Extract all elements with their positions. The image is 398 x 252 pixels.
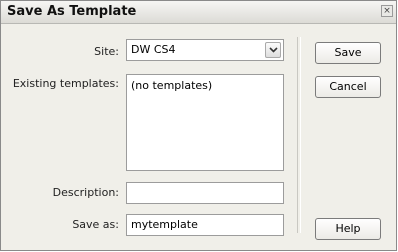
site-select-value: DW CS4 [131,43,176,56]
list-item[interactable]: (no templates) [131,79,212,92]
close-icon[interactable]: × [381,5,393,17]
existing-templates-list[interactable]: (no templates) [126,74,284,171]
title-bar[interactable]: Save As Template × [1,1,396,24]
site-label: Site: [94,45,119,58]
dialog-title: Save As Template [7,4,137,19]
help-button[interactable]: Help [315,218,381,240]
save-as-value: mytemplate [131,218,198,231]
cancel-button[interactable]: Cancel [315,76,381,98]
save-as-field[interactable]: mytemplate [126,214,284,236]
chevron-down-icon[interactable] [265,42,281,58]
save-as-template-dialog: Save As Template × Site: DW CS4 Existing… [0,0,397,251]
vertical-divider [297,37,301,233]
description-field[interactable] [126,182,284,204]
save-button[interactable]: Save [315,42,381,64]
save-as-label: Save as: [72,218,119,231]
existing-templates-label: Existing templates: [12,77,119,90]
site-select[interactable]: DW CS4 [126,39,284,61]
description-label: Description: [52,186,119,199]
